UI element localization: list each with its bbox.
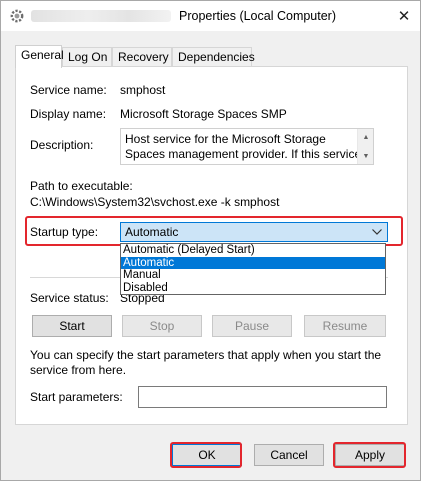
cancel-button[interactable]: Cancel — [254, 444, 324, 466]
tab-recovery[interactable]: Recovery — [112, 47, 172, 67]
scroll-up-icon[interactable]: ▲ — [358, 129, 373, 145]
description-scrollbar[interactable]: ▲ ▼ — [357, 129, 373, 164]
stop-button[interactable]: Stop — [122, 315, 202, 337]
startup-type-label: Startup type: — [30, 225, 99, 239]
description-label: Description: — [30, 138, 94, 152]
properties-dialog: Properties (Local Computer) ✕ General Lo… — [0, 0, 421, 481]
dropdown-option-automatic[interactable]: Automatic — [121, 256, 385, 269]
title-bar: Properties (Local Computer) ✕ — [1, 1, 420, 31]
gear-icon — [9, 8, 25, 24]
general-panel: Service name: smphost Display name: Micr… — [15, 66, 408, 425]
startup-type-value: Automatic — [125, 225, 179, 239]
service-status-label: Service status: — [30, 291, 109, 305]
dropdown-option-manual[interactable]: Manual — [121, 269, 385, 282]
start-button[interactable]: Start — [32, 315, 112, 337]
start-params-label: Start parameters: — [30, 390, 123, 404]
resume-button[interactable]: Resume — [304, 315, 386, 337]
tab-log-on[interactable]: Log On — [62, 47, 112, 67]
path-label: Path to executable: — [30, 179, 133, 193]
display-name-value: Microsoft Storage Spaces SMP — [120, 107, 287, 121]
ok-button[interactable]: OK — [172, 444, 242, 466]
description-box[interactable]: Host service for the Microsoft Storage S… — [120, 128, 374, 165]
service-name-value: smphost — [120, 83, 166, 97]
close-button[interactable]: ✕ — [392, 5, 416, 27]
dropdown-option-disabled[interactable]: Disabled — [121, 282, 385, 295]
path-value: C:\Windows\System32\svchost.exe -k smpho… — [30, 195, 280, 209]
start-params-input[interactable] — [138, 386, 387, 408]
startup-type-select[interactable]: Automatic — [120, 222, 388, 242]
service-name-label: Service name: — [30, 83, 107, 97]
description-text: Host service for the Microsoft Storage S… — [125, 132, 362, 164]
start-params-hint: You can specify the start parameters tha… — [30, 348, 382, 377]
tab-general[interactable]: General — [15, 45, 64, 68]
chevron-down-icon — [371, 224, 383, 240]
apply-button[interactable]: Apply — [335, 444, 405, 466]
startup-type-dropdown: Automatic (Delayed Start) Automatic Manu… — [120, 243, 386, 295]
pause-button[interactable]: Pause — [212, 315, 292, 337]
close-icon: ✕ — [397, 8, 411, 25]
window-title: Properties (Local Computer) — [179, 9, 337, 23]
dropdown-option-automatic-delayed[interactable]: Automatic (Delayed Start) — [121, 244, 385, 257]
title-redacted-area — [31, 10, 171, 22]
tab-dependencies[interactable]: Dependencies — [172, 47, 255, 67]
display-name-label: Display name: — [30, 107, 107, 121]
scroll-down-icon[interactable]: ▼ — [358, 148, 373, 164]
